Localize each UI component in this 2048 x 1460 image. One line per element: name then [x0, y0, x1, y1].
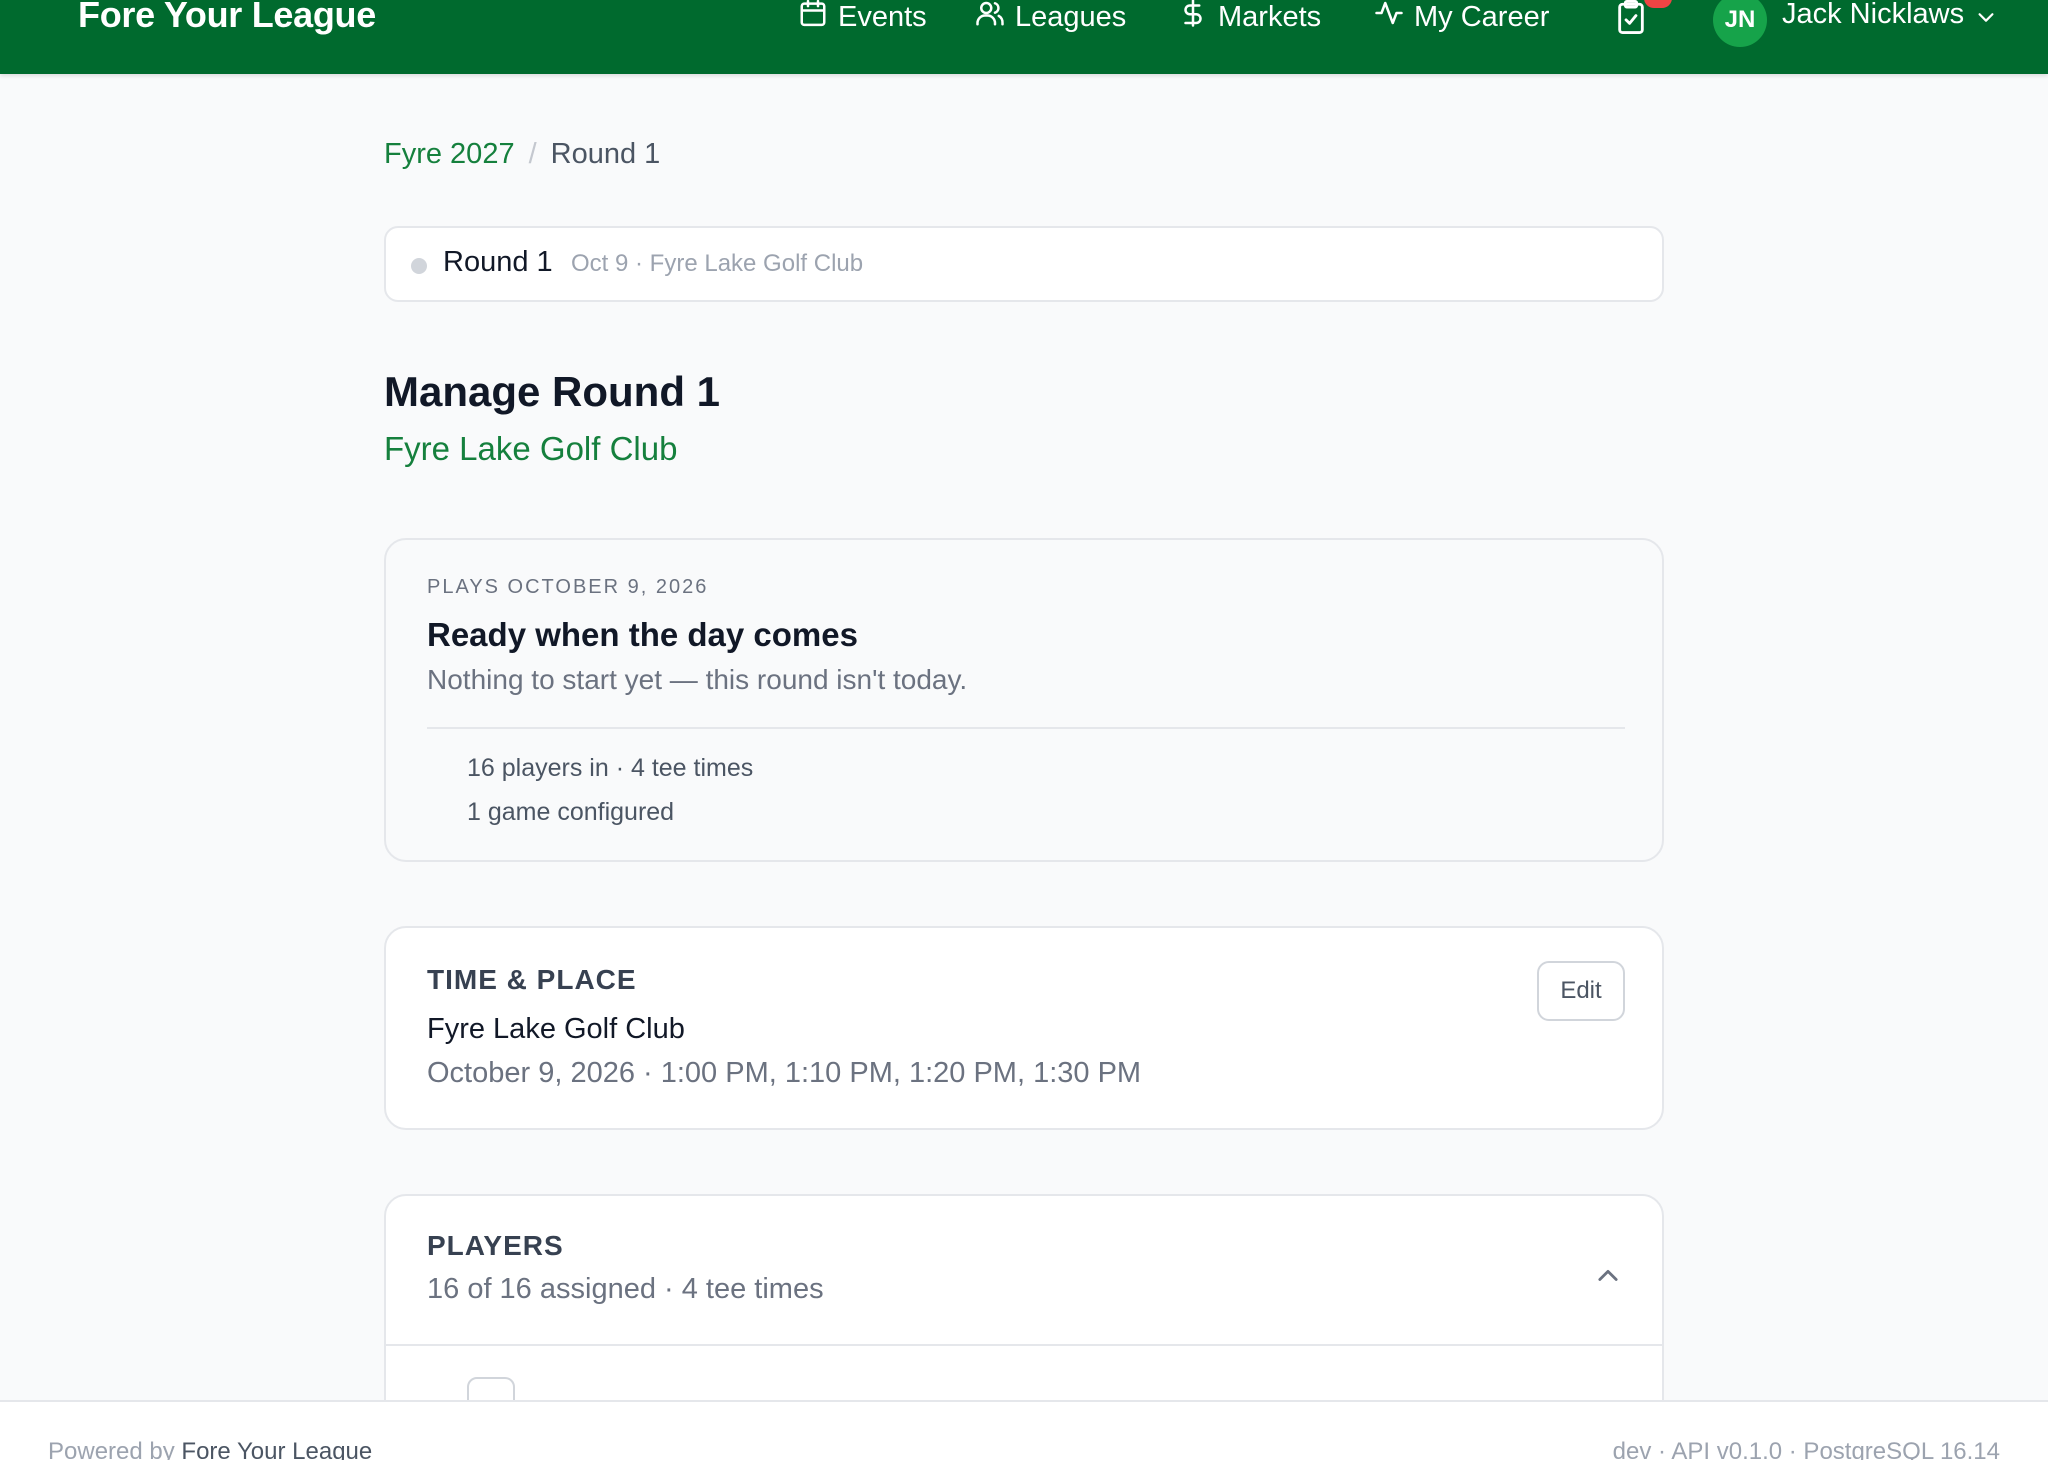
chevron-up-icon[interactable] — [1594, 1262, 1622, 1290]
nav-item-label: My Career — [1414, 0, 1550, 33]
time-place-card: TIME & PLACE Fyre Lake Golf Club October… — [384, 926, 1664, 1130]
tasks-button[interactable] — [1614, 0, 1648, 38]
footer: Powered by Fore Your League dev · API v0… — [0, 1400, 2048, 1460]
nav-item-label: Markets — [1218, 0, 1322, 33]
status-line-games: 1 game configured — [467, 798, 675, 826]
footer-version: dev · API v0.1.0 · PostgreSQL 16.14 — [1612, 1438, 2000, 1460]
nav-item-events[interactable]: Events — [798, 0, 927, 36]
divider — [427, 727, 1625, 729]
chevron-down-icon[interactable] — [1975, 6, 1997, 28]
divider — [386, 1344, 1662, 1346]
calendar-icon — [798, 0, 828, 36]
round-bar-title: Round 1 — [443, 246, 553, 278]
footer-powered-prefix: Powered by — [48, 1438, 175, 1460]
status-title: Ready when the day comes — [427, 616, 858, 653]
activity-icon — [1374, 0, 1404, 36]
section-title-players: PLAYERS — [427, 1230, 564, 1261]
status-description: Nothing to start yet — this round isn't … — [427, 664, 968, 695]
nav-item-my-career[interactable]: My Career — [1374, 0, 1549, 36]
round-bar-meta: Oct 9 · Fyre Lake Golf Club — [571, 250, 864, 277]
avatar[interactable]: JN — [1713, 0, 1767, 47]
notification-badge — [1644, 0, 1672, 8]
nav-item-label: Leagues — [1015, 0, 1127, 33]
section-title-time-place: TIME & PLACE — [427, 964, 637, 995]
dollar-icon — [1178, 0, 1208, 36]
top-navigation-bar: Fore Your League Events Leagues Markets … — [0, 0, 2048, 74]
breadcrumb: Fyre 2027 / Round 1 — [384, 138, 660, 171]
brand-logo[interactable]: Fore Your League — [78, 0, 376, 36]
status-line-players: 16 players in · 4 tee times — [467, 754, 754, 782]
breadcrumb-separator: / — [528, 138, 537, 170]
footer-powered-by: Powered by Fore Your League — [48, 1438, 372, 1460]
nav-item-leagues[interactable]: Leagues — [975, 0, 1126, 36]
round-status-card: PLAYS OCTOBER 9, 2026 Ready when the day… — [384, 538, 1664, 862]
round-status-dot — [411, 258, 427, 274]
time-place-venue: Fyre Lake Golf Club — [427, 1013, 685, 1045]
breadcrumb-link-season[interactable]: Fyre 2027 — [384, 138, 515, 171]
page-subtitle-course[interactable]: Fyre Lake Golf Club — [384, 430, 677, 468]
players-summary: 16 of 16 assigned · 4 tee times — [427, 1273, 824, 1305]
nav-item-label: Events — [838, 0, 927, 33]
user-name[interactable]: Jack Nicklaws — [1782, 0, 1964, 31]
nav-item-markets[interactable]: Markets — [1178, 0, 1321, 36]
edit-time-place-button[interactable]: Edit — [1537, 961, 1625, 1021]
time-place-detail: October 9, 2026 · 1:00 PM, 1:10 PM, 1:20… — [427, 1057, 1142, 1089]
status-eyebrow: PLAYS OCTOBER 9, 2026 — [427, 576, 709, 598]
page-title: Manage Round 1 — [384, 368, 721, 415]
clipboard-check-icon — [1614, 0, 1648, 40]
footer-brand-link[interactable]: Fore Your League — [181, 1438, 372, 1460]
round-bar[interactable]: Round 1 Oct 9 · Fyre Lake Golf Club — [384, 226, 1664, 302]
breadcrumb-current: Round 1 — [550, 138, 661, 170]
users-icon — [975, 0, 1005, 36]
